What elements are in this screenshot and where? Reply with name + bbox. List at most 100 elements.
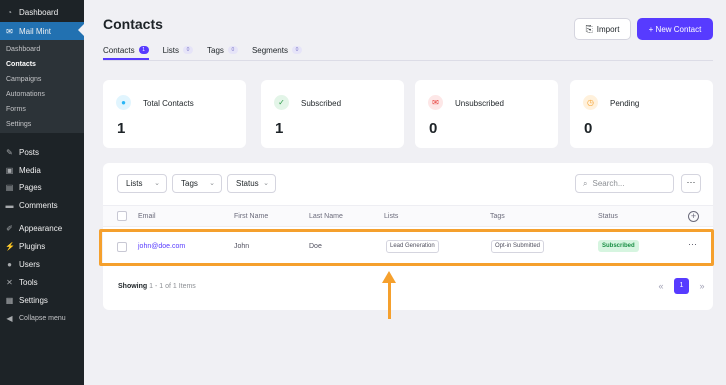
tab-contacts[interactable]: Contacts 1 — [103, 42, 149, 60]
submenu-forms[interactable]: Forms — [6, 106, 26, 113]
submenu-dashboard[interactable]: Dashboard — [6, 46, 40, 53]
tab-label: Tags — [207, 45, 224, 55]
submenu-campaigns[interactable]: Campaigns — [6, 76, 41, 83]
import-button[interactable]: ⎘ Import — [574, 18, 631, 40]
tab-count-badge: 1 — [138, 46, 149, 54]
sidebar-item-tools[interactable]: ✕ Tools — [0, 275, 84, 289]
showing-label: Showing — [118, 283, 148, 290]
stat-label: Unsubscribed — [455, 99, 504, 108]
tab-label: Segments — [251, 45, 288, 55]
sidebar-item-collapse[interactable]: ◀ Collapse menu — [0, 311, 84, 325]
sidebar-item-plugins[interactable]: ⚡ Plugins — [0, 239, 84, 253]
submenu-automations[interactable]: Automations — [6, 91, 45, 98]
sidebar-item-label: Comments — [19, 200, 58, 210]
sidebar-item-comments[interactable]: ▬ Comments — [0, 198, 84, 212]
comment-icon: ▬ — [5, 200, 14, 210]
sidebar-item-pages[interactable]: ▤ Pages — [0, 180, 84, 194]
submenu-contacts[interactable]: Contacts — [6, 61, 36, 68]
column-header-status[interactable]: Status — [598, 213, 618, 220]
new-contact-label: + New Contact — [648, 24, 702, 34]
showing-range: 1 - 1 of 1 Items — [149, 283, 196, 290]
contacts-icon: ● — [116, 95, 131, 110]
sidebar-item-label: Pages — [19, 182, 42, 192]
search-input[interactable]: ⌕ Search... — [575, 174, 674, 193]
search-icon: ⌕ — [583, 178, 588, 188]
settings-icon: ▦ — [5, 295, 14, 305]
tab-lists[interactable]: Lists 0 — [162, 42, 194, 58]
stat-card-subscribed: ✓ Subscribed 1 — [261, 80, 404, 148]
pagination-summary: Showing 1 - 1 of 1 Items — [118, 283, 196, 290]
import-label: Import — [596, 24, 620, 34]
sidebar-item-label: Collapse menu — [19, 314, 66, 322]
sidebar-item-label: Posts — [19, 147, 40, 157]
dashboard-icon: ◔ — [7, 7, 12, 17]
sidebar-item-settings[interactable]: ▦ Settings — [0, 293, 84, 307]
stat-value: 1 — [275, 120, 284, 137]
filter-label: Lists — [126, 179, 143, 188]
sidebar-item-label: Settings — [19, 295, 48, 305]
media-icon: ▣ — [5, 165, 14, 175]
select-all-checkbox[interactable] — [117, 211, 127, 221]
mail-icon: ✉ — [6, 26, 13, 36]
tab-count-badge: 0 — [291, 46, 302, 54]
sidebar-item-media[interactable]: ▣ Media — [0, 163, 84, 177]
stat-value: 0 — [429, 120, 438, 137]
prev-page-icon[interactable]: « — [654, 281, 668, 291]
submenu-settings[interactable]: Settings — [6, 121, 31, 128]
users-icon: ● — [7, 259, 12, 269]
chevron-down-icon: ⌄ — [154, 180, 160, 187]
plugin-icon: ⚡ — [5, 241, 15, 251]
sidebar-item-label: Users — [19, 259, 40, 269]
status-filter[interactable]: Status ⌄ — [227, 174, 276, 193]
pending-icon: ◷ — [583, 95, 598, 110]
sidebar-item-label: Tools — [19, 277, 38, 287]
tab-count-badge: 0 — [227, 46, 238, 54]
lists-filter[interactable]: Lists ⌄ — [117, 174, 167, 193]
table-header: Email First Name Last Name Lists Tags St… — [103, 205, 713, 227]
tab-count-badge: 0 — [183, 46, 194, 54]
stat-value: 1 — [117, 120, 126, 137]
column-header-email[interactable]: Email — [138, 213, 156, 220]
brush-icon: ✐ — [6, 223, 13, 233]
stat-card-unsubscribed: ✉ Unsubscribed 0 — [415, 80, 558, 148]
sidebar-item-label: Mail Mint — [19, 26, 52, 36]
stat-label: Subscribed — [301, 99, 342, 108]
tags-filter[interactable]: Tags ⌄ — [172, 174, 222, 193]
sidebar-item-dashboard[interactable]: ◔ Dashboard — [0, 5, 84, 19]
more-options-button[interactable]: ··· — [681, 174, 701, 193]
wrench-icon: ✕ — [6, 277, 13, 287]
contact-tabs: Contacts 1 Lists 0 Tags 0 Segments 0 — [103, 42, 316, 60]
subscribed-icon: ✓ — [274, 95, 289, 110]
column-header-tags[interactable]: Tags — [490, 213, 505, 220]
active-indicator — [78, 24, 84, 36]
tab-label: Lists — [162, 45, 180, 55]
tab-segments[interactable]: Segments 0 — [252, 42, 302, 58]
stat-label: Pending — [610, 99, 640, 108]
sidebar-item-label: Plugins — [19, 241, 46, 251]
annotation-arrow — [388, 281, 391, 319]
chevron-down-icon: ⌄ — [209, 180, 215, 187]
sidebar-item-users[interactable]: ● Users — [0, 257, 84, 271]
tab-tags[interactable]: Tags 0 — [207, 42, 238, 58]
stat-card-total: ● Total Contacts 1 — [103, 80, 246, 148]
column-header-last-name[interactable]: Last Name — [309, 213, 343, 220]
column-header-lists[interactable]: Lists — [384, 213, 398, 220]
next-page-icon[interactable]: » — [695, 281, 709, 291]
collapse-icon: ◀ — [6, 313, 13, 323]
sidebar-item-label: Media — [19, 165, 41, 175]
admin-sidebar: ◔ Dashboard ✉ Mail Mint Dashboard Contac… — [0, 0, 84, 385]
import-icon: ⎘ — [585, 23, 593, 34]
page-number-current[interactable]: 1 — [674, 278, 689, 294]
sidebar-item-label: Dashboard — [19, 7, 59, 17]
chevron-down-icon: ⌄ — [263, 180, 269, 187]
add-column-icon[interactable]: + — [688, 211, 699, 222]
sidebar-item-appearance[interactable]: ✐ Appearance — [0, 221, 84, 235]
unsubscribed-icon: ✉ — [428, 95, 443, 110]
column-header-first-name[interactable]: First Name — [234, 213, 268, 220]
sidebar-item-posts[interactable]: ✎ Posts — [0, 145, 84, 159]
search-placeholder: Search... — [592, 179, 625, 188]
pin-icon: ✎ — [6, 147, 13, 157]
sidebar-item-label: Appearance — [19, 223, 63, 233]
sidebar-item-mail-mint[interactable]: ✉ Mail Mint — [0, 22, 84, 40]
new-contact-button[interactable]: + New Contact — [637, 18, 713, 40]
